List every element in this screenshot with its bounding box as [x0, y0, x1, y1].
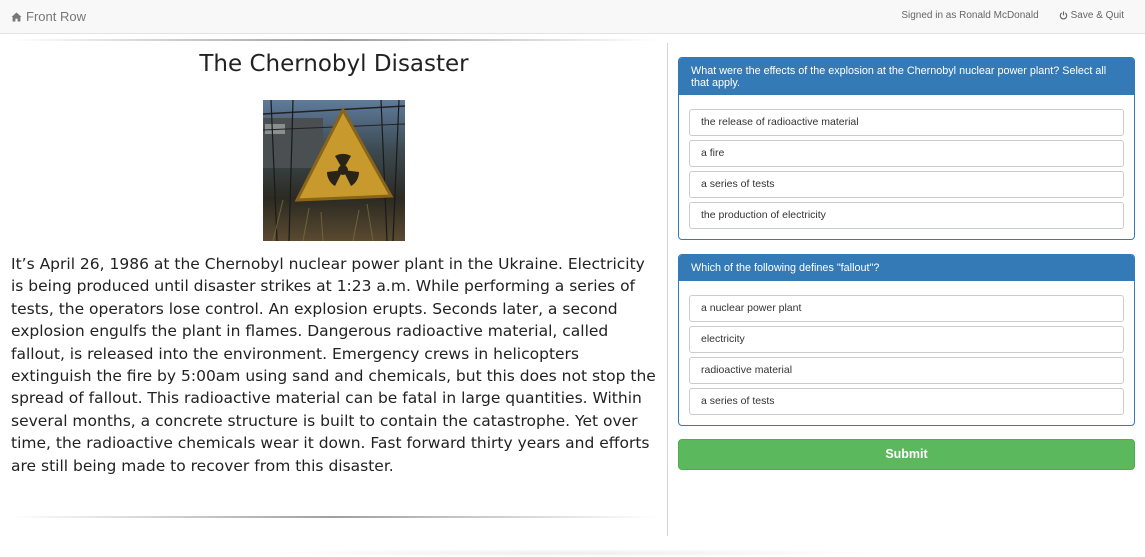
question-prompt: Which of the following defines "fallout"…	[679, 255, 1134, 281]
page-shadow	[240, 549, 900, 557]
signed-in-text: Signed in as Ronald McDonald	[901, 10, 1039, 21]
question-prompt: What were the effects of the explosion a…	[679, 58, 1134, 95]
bottom-divider	[10, 516, 658, 518]
brand-link[interactable]: Front Row	[11, 9, 86, 24]
question-panel: Which of the following defines "fallout"…	[678, 254, 1135, 426]
column-divider	[667, 43, 668, 536]
article-panel: The Chernobyl Disaster It’s April 26, 19…	[0, 34, 668, 557]
question-panel: What were the effects of the explosion a…	[678, 57, 1135, 240]
answer-option[interactable]: radioactive material	[689, 357, 1124, 384]
answer-option[interactable]: electricity	[689, 326, 1124, 353]
save-quit-label: Save & Quit	[1070, 10, 1124, 21]
power-icon	[1059, 11, 1067, 20]
home-icon	[11, 12, 22, 21]
brand-label: Front Row	[26, 9, 86, 24]
top-divider	[10, 39, 658, 41]
article-title: The Chernobyl Disaster	[199, 51, 469, 77]
submit-button[interactable]: Submit	[678, 439, 1135, 470]
answer-option[interactable]: a nuclear power plant	[689, 295, 1124, 322]
article-body: It’s April 26, 1986 at the Chernobyl nuc…	[11, 255, 656, 475]
answer-option[interactable]: the production of electricity	[689, 202, 1124, 229]
save-quit-button[interactable]: Save & Quit	[1059, 10, 1124, 21]
answer-option[interactable]: a series of tests	[689, 171, 1124, 198]
radiation-sign-photo	[263, 100, 405, 241]
top-navbar: Front Row Signed in as Ronald McDonald S…	[0, 0, 1145, 34]
answer-option[interactable]: a series of tests	[689, 388, 1124, 415]
answer-option[interactable]: a fire	[689, 140, 1124, 167]
answer-option[interactable]: the release of radioactive material	[689, 109, 1124, 136]
